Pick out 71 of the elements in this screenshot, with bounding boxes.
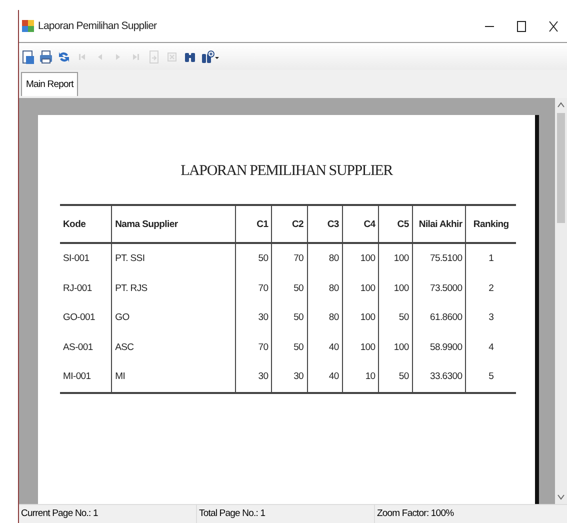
table-cell: 50: [272, 332, 308, 362]
table-cell: 3: [466, 303, 516, 332]
table-cell: MI-001: [60, 362, 112, 392]
table-cell: RJ-001: [60, 274, 112, 303]
table-cell: 100: [342, 303, 379, 332]
table-cell: PT. SSI: [112, 243, 236, 274]
table-cell: 40: [307, 362, 342, 392]
status-text: Total Page No.: 1: [197, 505, 375, 523]
table-cell: 100: [378, 332, 412, 362]
table-cell: GO-001: [60, 303, 112, 332]
column-header: C1: [235, 205, 272, 243]
table-cell: 100: [342, 243, 379, 274]
status-text: Zoom Factor: 100%: [376, 507, 455, 521]
table-cell: 30: [272, 362, 308, 392]
table-cell: 80: [307, 274, 342, 303]
table-cell: 5: [466, 362, 516, 392]
window-title: Laporan Pemilihan Supplier: [38, 20, 158, 32]
table-cell: 100: [342, 332, 379, 362]
app-icon: [22, 20, 34, 32]
table-cell: SI-001: [60, 243, 112, 274]
column-header: C2: [272, 205, 308, 243]
table-cell: GO: [112, 303, 236, 332]
table-cell: AS-001: [60, 332, 112, 362]
scroll-up-icon[interactable]: [557, 101, 565, 109]
table-cell: 40: [307, 332, 342, 362]
table-cell: 10: [342, 362, 379, 392]
table-cell: 70: [235, 332, 272, 362]
maximize-icon[interactable]: [516, 20, 526, 32]
table-cell: 100: [342, 274, 379, 303]
table-cell: 50: [272, 274, 308, 303]
table-cell: 100: [378, 274, 412, 303]
table-cell: 4: [466, 332, 516, 362]
table-cell: 30: [235, 362, 272, 392]
table-cell: 58.9900: [412, 332, 466, 362]
status-text: Current Page No.: 1: [19, 505, 197, 523]
column-header: Nilai Akhir: [412, 205, 466, 243]
table-cell: 2: [466, 274, 516, 303]
table-cell: 61.8600: [412, 303, 466, 332]
column-header: Nama Supplier: [112, 205, 236, 243]
column-header: Ranking: [466, 205, 516, 243]
column-header: Kode: [60, 205, 112, 243]
print-icon[interactable]: [39, 50, 53, 64]
table-cell: 70: [235, 274, 272, 303]
export-icon[interactable]: [21, 50, 35, 64]
table-cell: 50: [378, 362, 412, 392]
table-cell: 80: [307, 303, 342, 332]
table-cell: 1: [466, 243, 516, 274]
table-cell: 73.5000: [412, 274, 466, 303]
table-cell: 75.5100: [412, 243, 466, 274]
refresh-icon[interactable]: [57, 50, 71, 64]
table-cell: 80: [307, 243, 342, 274]
table-cell: 100: [378, 243, 412, 274]
report-tab[interactable]: Main Report: [21, 72, 78, 96]
table-cell: 30: [235, 303, 272, 332]
report-title: LAPORAN PEMILIHAN SUPPLIER: [180, 163, 392, 180]
zoom-icon[interactable]: [201, 50, 220, 64]
column-header: C3: [307, 205, 342, 243]
scrollbar[interactable]: [555, 98, 567, 504]
table-cell: 70: [272, 243, 308, 274]
table-cell: ASC: [112, 332, 236, 362]
column-header: C4: [342, 205, 379, 243]
table-cell: PT. RJS: [112, 274, 236, 303]
table-cell: 50: [235, 243, 272, 274]
close-icon[interactable]: [548, 20, 558, 32]
column-header: C5: [378, 205, 412, 243]
scroll-down-icon[interactable]: [557, 493, 565, 501]
table-cell: 33.6300: [412, 362, 466, 392]
table-cell: 50: [378, 303, 412, 332]
table-cell: 50: [272, 303, 308, 332]
scroll-thumb[interactable]: [557, 113, 565, 223]
table-cell: MI: [112, 362, 236, 392]
